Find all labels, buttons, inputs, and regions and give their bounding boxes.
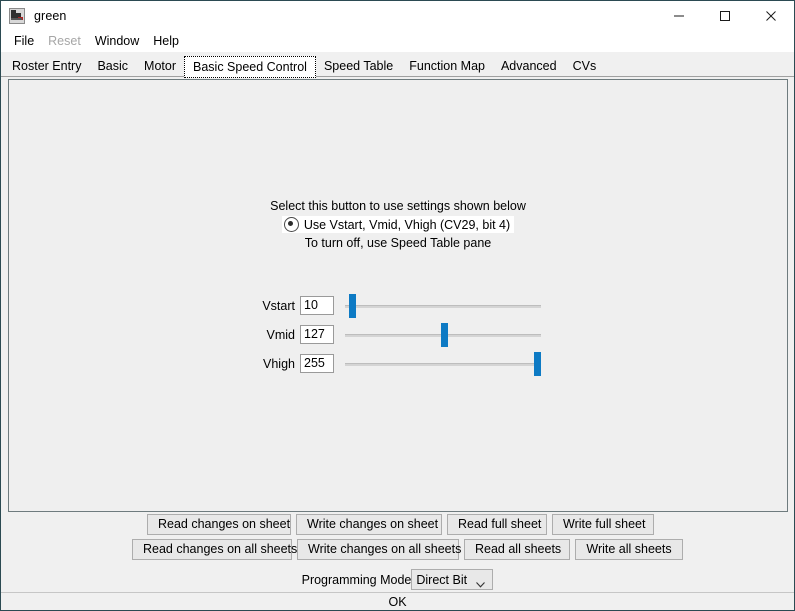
slider-row-vmid: Vmid 127 (9, 320, 787, 349)
slider-vhigh[interactable] (343, 351, 546, 377)
menu-item-window[interactable]: Window (88, 33, 146, 50)
window-controls (656, 1, 794, 30)
read-changes-on-all-sheets-button[interactable]: Read changes on all sheets (132, 539, 297, 560)
sheet-actions-row: Read changes on sheet Write changes on s… (147, 514, 659, 535)
title-bar: green (1, 1, 794, 30)
slider-vstart[interactable] (343, 293, 546, 319)
application-window: green File Reset Window Help Roster Entr… (0, 0, 795, 611)
hint-above-radio: Select this button to use settings shown… (270, 199, 526, 213)
radio-selected-icon (283, 217, 299, 232)
slider-thumb-vmid[interactable] (441, 322, 448, 347)
speed-sliders: Vstart 10 Vmid 127 Vhigh 255 (9, 291, 787, 378)
menu-bar: File Reset Window Help (1, 30, 794, 52)
slider-thumb-vstart[interactable] (349, 293, 356, 318)
maximize-icon[interactable] (702, 1, 748, 30)
radio-use-vstart-vmid-vhigh[interactable]: Use Vstart, Vmid, Vhigh (CV29, bit 4) (281, 216, 515, 233)
tab-cvs[interactable]: CVs (565, 56, 605, 77)
basic-speed-control-panel: Select this button to use settings shown… (8, 79, 788, 512)
input-vmid[interactable]: 127 (300, 325, 334, 344)
status-text: OK (388, 594, 407, 609)
chevron-down-icon (476, 577, 486, 591)
tab-roster-entry[interactable]: Roster Entry (4, 56, 89, 77)
all-sheets-actions-row: Read changes on all sheets Write changes… (132, 539, 688, 560)
write-changes-on-sheet-button[interactable]: Write changes on sheet (296, 514, 442, 535)
menu-item-file[interactable]: File (7, 33, 41, 50)
tab-function-map[interactable]: Function Map (401, 56, 493, 77)
programming-mode-row: Programming Mode Direct Bit (1, 569, 794, 590)
read-all-sheets-button[interactable]: Read all sheets (464, 539, 570, 560)
status-bar: OK (1, 592, 794, 610)
write-all-sheets-button[interactable]: Write all sheets (575, 539, 683, 560)
programming-mode-select[interactable]: Direct Bit (411, 569, 494, 591)
close-icon[interactable] (748, 1, 794, 30)
slider-vmid[interactable] (343, 322, 546, 348)
read-full-sheet-button[interactable]: Read full sheet (447, 514, 547, 535)
tab-basic-speed-control[interactable]: Basic Speed Control (184, 56, 316, 78)
write-full-sheet-button[interactable]: Write full sheet (552, 514, 654, 535)
slider-row-vhigh: Vhigh 255 (9, 349, 787, 378)
input-vhigh[interactable]: 255 (300, 354, 334, 373)
menu-item-reset: Reset (48, 33, 81, 48)
tab-speed-table[interactable]: Speed Table (316, 56, 401, 77)
window-title: green (34, 8, 67, 23)
slider-track-vhigh (345, 362, 541, 366)
menu-item-help[interactable]: Help (146, 33, 186, 50)
radio-label: Use Vstart, Vmid, Vhigh (CV29, bit 4) (303, 217, 511, 232)
minimize-icon[interactable] (656, 1, 702, 30)
write-changes-on-all-sheets-button[interactable]: Write changes on all sheets (297, 539, 461, 560)
programming-mode-label: Programming Mode (301, 572, 412, 587)
slider-thumb-vhigh[interactable] (534, 351, 541, 376)
speed-control-mode-block: Select this button to use settings shown… (9, 198, 787, 251)
tab-basic[interactable]: Basic (89, 56, 136, 77)
label-vstart: Vstart (262, 298, 295, 313)
programming-mode-value: Direct Bit (416, 572, 468, 587)
locomotive-icon (9, 7, 25, 24)
tab-advanced[interactable]: Advanced (493, 56, 565, 77)
hint-below-radio: To turn off, use Speed Table pane (304, 236, 492, 250)
label-vhigh: Vhigh (263, 356, 295, 371)
input-vstart[interactable]: 10 (300, 296, 334, 315)
tab-strip: Roster Entry Basic Motor Basic Speed Con… (1, 53, 794, 78)
label-vmid: Vmid (266, 327, 295, 342)
read-changes-on-sheet-button[interactable]: Read changes on sheet (147, 514, 291, 535)
slider-track-vstart (345, 304, 541, 308)
tab-motor[interactable]: Motor (136, 56, 184, 77)
slider-row-vstart: Vstart 10 (9, 291, 787, 320)
